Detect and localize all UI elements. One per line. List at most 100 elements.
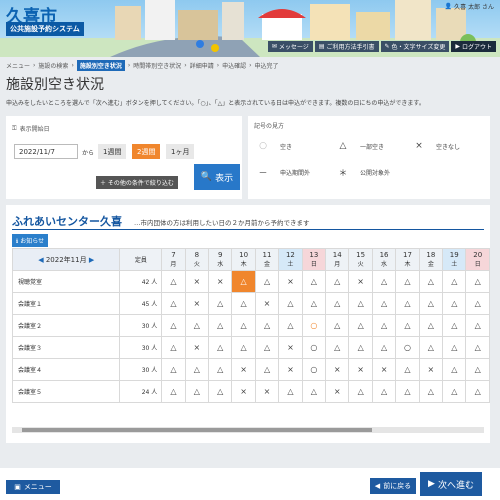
availability-cell[interactable]: △ [348,336,373,359]
availability-cell[interactable]: △ [208,336,233,359]
availability-cell[interactable]: × [418,358,444,381]
availability-cell[interactable]: △ [161,358,186,381]
availability-cell[interactable]: △ [418,336,444,359]
availability-cell[interactable]: △ [371,292,397,315]
availability-cell[interactable]: △ [208,314,233,337]
availability-cell[interactable]: △ [418,292,444,315]
availability-cell[interactable]: × [278,270,303,293]
availability-cell[interactable]: △ [442,314,467,337]
availability-cell[interactable]: △ [371,336,397,359]
next-icon[interactable]: ▶ [89,256,94,264]
availability-cell[interactable]: △ [395,292,420,315]
availability-cell[interactable]: × [254,292,280,315]
next-button[interactable]: ▶ 次へ進む [420,472,482,496]
availability-cell[interactable]: △ [465,270,490,293]
availability-cell[interactable]: △ [348,380,373,403]
availability-cell[interactable]: △ [371,380,397,403]
availability-cell[interactable]: △ [348,314,373,337]
breadcrumb-menu[interactable]: メニュー [6,61,30,70]
availability-cell[interactable]: × [254,380,280,403]
availability-cell[interactable]: △ [161,336,186,359]
display-settings-button[interactable]: ✎ 色・文字サイズ変更 [380,41,450,52]
availability-cell[interactable]: × [184,292,210,315]
more-filters-button[interactable]: ＋ その他の条件で絞り込む [96,176,178,189]
availability-cell[interactable]: △ [161,380,186,403]
availability-cell[interactable]: ○ [301,336,327,359]
availability-cell[interactable]: △ [325,292,350,315]
breadcrumb-search[interactable]: 施設の検索 [38,61,68,70]
availability-cell[interactable]: △ [301,292,327,315]
availability-cell[interactable]: △ [395,270,420,293]
availability-cell[interactable]: △ [395,380,420,403]
availability-cell[interactable]: △ [465,380,490,403]
availability-cell[interactable]: × [371,358,397,381]
availability-cell[interactable]: △ [254,358,280,381]
availability-cell[interactable]: △ [465,358,490,381]
availability-cell[interactable]: △ [208,380,233,403]
availability-cell[interactable]: △ [278,292,303,315]
back-button[interactable]: ◀ 前に戻る [370,478,416,494]
availability-cell[interactable]: △ [161,314,186,337]
availability-cell[interactable]: × [348,358,373,381]
prev-icon[interactable]: ◀ [38,256,43,264]
period-2weeks-button[interactable]: 2週間 [132,144,161,159]
availability-cell[interactable]: × [231,380,256,403]
menu-button[interactable]: ▣ メニュー [6,480,60,494]
availability-cell[interactable]: △ [325,314,350,337]
guide-button[interactable]: ▤ ご利用方法手引書 [314,41,379,52]
availability-cell[interactable]: △ [184,358,210,381]
availability-cell[interactable]: △ [325,270,350,293]
facility-name[interactable]: ふれあいセンター久喜 [12,213,122,229]
availability-cell[interactable]: × [184,336,210,359]
availability-cell[interactable]: △ [395,358,420,381]
availability-cell[interactable]: △ [465,292,490,315]
availability-cell[interactable]: △ [418,270,444,293]
availability-cell[interactable]: △ [278,314,303,337]
availability-cell[interactable]: △ [231,270,256,293]
availability-cell[interactable]: △ [465,336,490,359]
availability-cell[interactable]: △ [254,336,280,359]
availability-cell[interactable]: △ [301,270,327,293]
availability-cell[interactable]: △ [465,314,490,337]
horizontal-scrollbar[interactable] [12,427,484,433]
availability-cell[interactable]: △ [325,336,350,359]
availability-cell[interactable]: △ [418,314,444,337]
availability-cell[interactable]: ○ [301,358,327,381]
show-button[interactable]: 🔍 表示 [194,164,240,190]
availability-cell[interactable]: △ [418,380,444,403]
availability-cell[interactable]: △ [442,358,467,381]
period-1month-button[interactable]: 1ヶ月 [166,144,195,159]
availability-cell[interactable]: × [208,270,233,293]
availability-cell[interactable]: △ [231,292,256,315]
availability-cell[interactable]: △ [184,314,210,337]
availability-cell[interactable]: △ [254,314,280,337]
scrollbar-thumb[interactable] [22,428,372,432]
availability-cell[interactable]: △ [395,314,420,337]
start-date-input[interactable]: 2022/11/7 [14,144,78,159]
availability-cell[interactable]: ○ [395,336,420,359]
availability-cell[interactable]: △ [184,380,210,403]
availability-cell[interactable]: △ [442,270,467,293]
availability-cell[interactable]: ○ [301,314,327,337]
availability-cell[interactable]: △ [208,358,233,381]
availability-cell[interactable]: × [184,270,210,293]
availability-cell[interactable]: △ [301,380,327,403]
logout-button[interactable]: ▶ ログアウト [451,41,496,52]
availability-cell[interactable]: △ [371,270,397,293]
availability-cell[interactable]: △ [442,292,467,315]
message-button[interactable]: ✉ メッセージ [267,41,313,52]
availability-cell[interactable]: × [348,270,373,293]
availability-cell[interactable]: × [278,336,303,359]
availability-cell[interactable]: △ [231,336,256,359]
availability-cell[interactable]: × [278,358,303,381]
availability-cell[interactable]: △ [371,314,397,337]
availability-cell[interactable]: △ [442,336,467,359]
info-button[interactable]: ℹ お知らせ [12,234,49,247]
availability-cell[interactable]: △ [348,292,373,315]
availability-cell[interactable]: △ [278,380,303,403]
availability-cell[interactable]: △ [208,292,233,315]
availability-cell[interactable]: × [325,358,350,381]
availability-cell[interactable]: △ [231,314,256,337]
availability-cell[interactable]: △ [254,270,280,293]
availability-cell[interactable]: △ [161,292,186,315]
